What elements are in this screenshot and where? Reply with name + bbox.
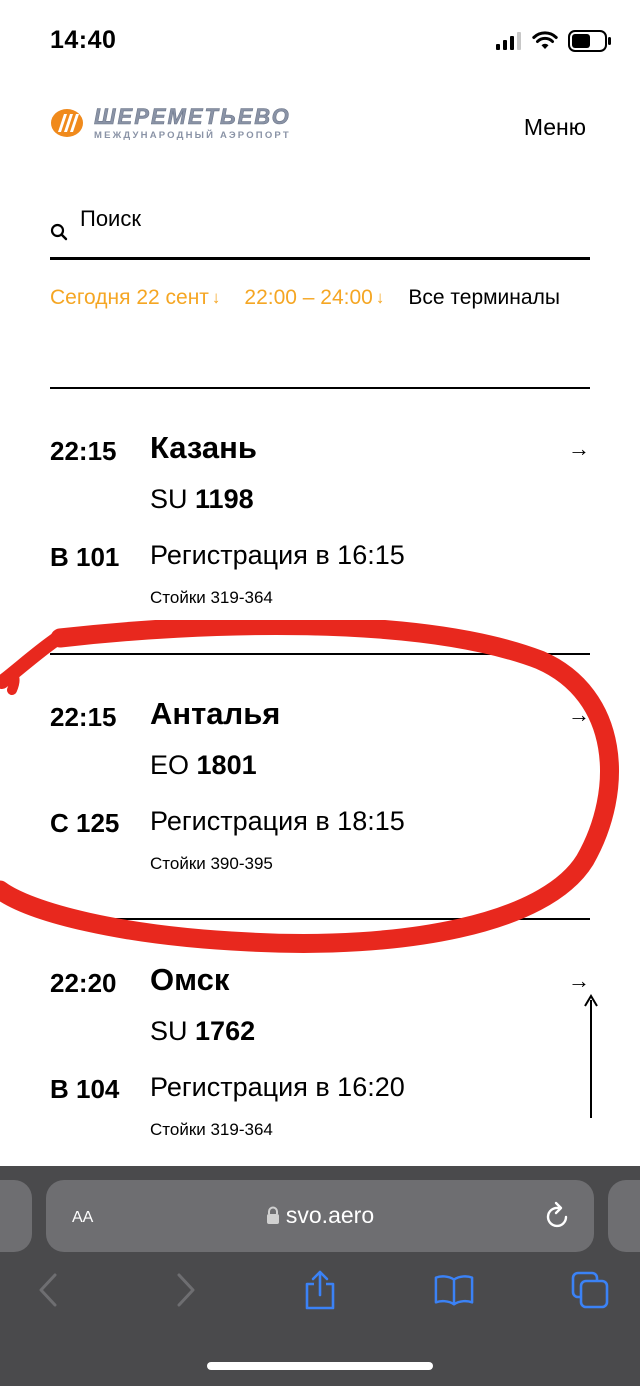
tabs-icon[interactable]	[570, 1270, 610, 1310]
reload-icon[interactable]	[544, 1200, 572, 1230]
flight-counters: Стойки 319-364	[150, 588, 273, 607]
chevron-down-icon: ↓	[375, 288, 385, 307]
arrow-right-icon[interactable]: →	[568, 702, 590, 728]
divider	[50, 387, 590, 389]
flight-counters: Стойки 319-364	[150, 1120, 273, 1139]
lock-icon	[266, 1206, 279, 1224]
url-display[interactable]: svo.aero	[46, 1202, 594, 1229]
flight-destination: Омск	[150, 962, 230, 997]
flight-gate: B 101	[50, 542, 120, 572]
terminal-filter-label: Все терминалы	[408, 286, 560, 309]
arrow-right-icon[interactable]: →	[568, 968, 590, 994]
time-range-filter[interactable]: 22:00 – 24:00 ↓	[244, 286, 384, 310]
flight-time: 22:15	[50, 436, 117, 466]
status-icons	[496, 28, 612, 54]
signal-icon	[496, 32, 521, 50]
browser-nav-toolbar	[0, 1270, 640, 1326]
time-range-label: 22:00 – 24:00	[244, 286, 373, 309]
terminal-filter[interactable]: Все терминалы	[408, 286, 560, 310]
share-icon[interactable]	[300, 1270, 340, 1310]
logo-subtitle: МЕЖДУНАРОДНЫЙ АЭРОПОРТ	[94, 130, 291, 141]
filters-row: Сегодня 22 сент ↓ 22:00 – 24:00 ↓ Все терм…	[50, 286, 560, 310]
flight-destination: Анталья	[150, 696, 281, 731]
flight-row[interactable]: 22:15 Анталья → EO 1801 C 125 Регистраци…	[50, 696, 590, 902]
back-icon[interactable]	[28, 1270, 68, 1310]
scroll-to-top-line[interactable]	[590, 1000, 592, 1118]
flight-gate: B 104	[50, 1074, 120, 1104]
date-filter[interactable]: Сегодня 22 сент ↓	[50, 286, 220, 310]
date-filter-label: Сегодня 22 сент	[50, 286, 209, 309]
battery-icon	[568, 30, 611, 52]
home-indicator	[207, 1362, 433, 1370]
search-bar[interactable]	[50, 204, 590, 260]
flight-counters: Стойки 390-395	[150, 854, 273, 873]
flight-time: 22:15	[50, 702, 117, 732]
bookmarks-icon[interactable]	[434, 1270, 474, 1310]
flight-registration: Регистрация в 18:15	[150, 806, 405, 836]
arrow-right-icon[interactable]: →	[568, 436, 590, 462]
address-bar[interactable]: AA svo.aero	[46, 1180, 594, 1252]
flight-row[interactable]: 22:20 Омск → SU 1762 B 104 Регистрация в…	[50, 962, 590, 1168]
flight-registration: Регистрация в 16:15	[150, 540, 405, 570]
forward-icon[interactable]	[166, 1270, 206, 1310]
flight-code: SU 1198	[150, 484, 254, 514]
flight-registration: Регистрация в 16:20	[150, 1072, 405, 1102]
browser-toolbar: AA svo.aero	[0, 1166, 640, 1386]
divider	[50, 918, 590, 920]
divider	[50, 653, 590, 655]
status-time: 14:40	[50, 26, 117, 54]
flight-code: SU 1762	[150, 1016, 256, 1046]
logo-title: ШЕРЕМЕТЬЕВО	[94, 104, 291, 129]
flight-row[interactable]: 22:15 Казань → SU 1198 B 101 Регистрация…	[50, 430, 590, 636]
flight-gate: C 125	[50, 808, 120, 838]
flight-time: 22:20	[50, 968, 117, 998]
url-text: svo.aero	[285, 1202, 375, 1228]
sheremetyevo-logo-icon	[51, 109, 83, 138]
airport-logo[interactable]: ШЕРЕМЕТЬЕВО МЕЖДУНАРОДНЫЙ АЭРОПОРТ	[50, 104, 291, 141]
wifi-icon	[532, 31, 558, 49]
chevron-down-icon: ↓	[211, 288, 221, 307]
search-input[interactable]	[80, 205, 560, 232]
search-icon	[50, 221, 72, 243]
flight-destination: Казань	[150, 430, 257, 465]
menu-button[interactable]: Меню	[524, 114, 586, 141]
previous-tab-preview[interactable]	[0, 1180, 32, 1252]
next-tab-preview[interactable]	[608, 1180, 640, 1252]
flight-code: EO 1801	[150, 750, 257, 780]
